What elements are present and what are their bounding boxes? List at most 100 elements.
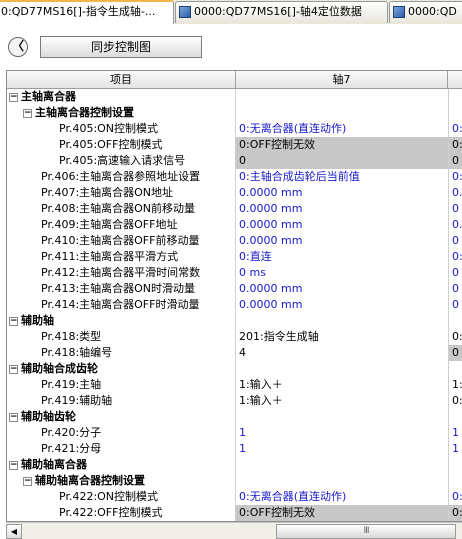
tree-group-row[interactable]: − 辅助轴合成齿轮 — [7, 361, 462, 377]
parameter-row[interactable]: Pr.418:类型 201:指令生成轴 0: — [7, 329, 462, 345]
axis7-value-cell[interactable]: 1 — [235, 425, 448, 441]
next-axis-value-cell[interactable]: 0 p — [448, 233, 462, 249]
axis7-value-cell[interactable]: 0 ms — [235, 265, 448, 281]
collapse-toggle-icon[interactable]: − — [9, 412, 18, 422]
next-axis-value-cell[interactable]: 0: — [448, 249, 462, 265]
axis7-value-cell[interactable]: 0:无离合器(直连动作) — [235, 121, 448, 137]
axis7-value-cell[interactable]: 0 — [235, 153, 448, 169]
parameter-row[interactable]: Pr.422:OFF控制模式 0:OFF控制无效 0: — [7, 505, 462, 521]
row-label: Pr.419:辅助轴 — [41, 394, 113, 407]
axis7-value-cell[interactable]: 0:OFF控制无效 — [235, 137, 448, 153]
row-label-cell: Pr.407:主轴离合器ON地址 — [7, 185, 235, 201]
row-label: 辅助轴离合器控制设置 — [35, 474, 145, 487]
parameter-row[interactable]: Pr.410:主轴离合器OFF前移动量 0.0000 mm0 p — [7, 233, 462, 249]
next-axis-value-cell[interactable]: 0 p — [448, 281, 462, 297]
row-label-cell: Pr.413:主轴离合器ON时滑动量 — [7, 281, 235, 297]
next-axis-value-cell[interactable]: 0 p — [448, 297, 462, 313]
next-axis-value-cell[interactable]: 1: — [448, 377, 462, 393]
axis7-value-cell[interactable]: 1:输入＋ — [235, 393, 448, 409]
parameter-row[interactable]: Pr.411:主轴离合器平滑方式 0:直连 0: — [7, 249, 462, 265]
parameter-row[interactable]: Pr.419:主轴 1:输入＋ 1: — [7, 377, 462, 393]
axis7-value-cell[interactable]: 4 — [235, 345, 448, 361]
parameter-row[interactable]: Pr.418:轴编号 4 0 — [7, 345, 462, 361]
next-axis-value-cell[interactable]: 0 — [448, 345, 462, 361]
row-label: 主轴离合器 — [21, 90, 76, 103]
axis7-value-cell[interactable]: 0.0000 mm — [235, 201, 448, 217]
axis7-value-cell[interactable]: 0.0000 mm — [235, 217, 448, 233]
tree-group-row[interactable]: − 辅助轴离合器控制设置 — [7, 473, 462, 489]
parameter-row[interactable]: Pr.406:主轴离合器参照地址设置 0:主轴合成齿轮后当前值 0: — [7, 169, 462, 185]
tree-group-row[interactable]: − 辅助轴齿轮 — [7, 409, 462, 425]
next-axis-value-cell[interactable]: 0 n — [448, 265, 462, 281]
scroll-left-button[interactable]: ◀ — [6, 524, 22, 539]
arrow-left-icon: ◀ — [10, 527, 18, 536]
parameter-row[interactable]: Pr.409:主轴离合器OFF地址 0.0000 mm 0. — [7, 217, 462, 233]
tree-group-row[interactable]: − 辅助轴 — [7, 313, 462, 329]
axis7-value-cell[interactable]: 201:指令生成轴 — [235, 329, 448, 345]
column-header-next[interactable] — [448, 71, 462, 88]
next-axis-value-cell[interactable]: 0 — [448, 153, 462, 169]
column-header-item[interactable]: 项目 — [7, 71, 236, 88]
axis7-value-cell — [235, 105, 448, 121]
row-label: 主轴离合器控制设置 — [35, 106, 134, 119]
next-axis-value-cell[interactable]: 0: — [448, 393, 462, 409]
tab-command-generation-axis[interactable]: 0:QD77MS16[]-指令生成轴-... — [0, 0, 174, 24]
parameter-row[interactable]: Pr.413:主轴离合器ON时滑动量 0.0000 mm0 p — [7, 281, 462, 297]
axis7-value-cell[interactable]: 0.0000 mm — [235, 185, 448, 201]
next-axis-value-cell[interactable]: 0 p — [448, 201, 462, 217]
column-header-axis7[interactable]: 轴7 — [236, 71, 448, 88]
parameter-row[interactable]: Pr.405:OFF控制模式 0:OFF控制无效 0: — [7, 137, 462, 153]
back-button[interactable]: 〈 — [8, 37, 28, 57]
parameter-row[interactable]: Pr.422:ON控制模式 0:无离合器(直连动作) 0: — [7, 489, 462, 505]
next-axis-value-cell[interactable]: 0: — [448, 169, 462, 185]
tab-qd-third[interactable]: 0000:QD — [389, 1, 462, 23]
axis7-value-cell[interactable]: 0.0000 mm — [235, 233, 448, 249]
next-axis-value-cell[interactable]: 1 — [448, 425, 462, 441]
axis7-value-cell[interactable]: 0:主轴合成齿轮后当前值 — [235, 169, 448, 185]
axis7-value-cell[interactable]: 0.0000 mm — [235, 281, 448, 297]
next-axis-value-cell[interactable]: 0: — [448, 137, 462, 153]
axis7-value-cell[interactable]: 0:OFF控制无效 — [235, 505, 448, 521]
parameter-row[interactable]: Pr.405:高速输入请求信号 0 0 — [7, 153, 462, 169]
parameter-row[interactable]: Pr.414:主轴离合器OFF时滑动量 0.0000 mm0 p — [7, 297, 462, 313]
collapse-toggle-icon[interactable]: − — [9, 92, 18, 102]
collapse-toggle-icon[interactable]: − — [9, 316, 18, 326]
collapse-toggle-icon[interactable]: − — [23, 108, 32, 118]
row-label-cell: Pr.414:主轴离合器OFF时滑动量 — [7, 297, 235, 313]
sync-control-diagram-button[interactable]: 同步控制图 — [40, 36, 202, 58]
axis7-value-cell[interactable]: 0:无离合器(直连动作) — [235, 489, 448, 505]
parameter-row[interactable]: Pr.405:ON控制模式 0:无离合器(直连动作) 0: — [7, 121, 462, 137]
row-label: Pr.421:分母 — [41, 442, 102, 455]
tree-group-row[interactable]: − 主轴离合器控制设置 — [7, 105, 462, 121]
next-axis-value-cell[interactable]: 0. — [448, 217, 462, 233]
parameter-row[interactable]: Pr.421:分母 1 1 — [7, 441, 462, 457]
tree-group-row[interactable]: − 主轴离合器 — [7, 89, 462, 105]
axis7-value-cell[interactable]: 1:输入＋ — [235, 377, 448, 393]
axis7-value-cell[interactable]: 0:直连 — [235, 249, 448, 265]
parameter-row[interactable]: Pr.420:分子 1 1 — [7, 425, 462, 441]
parameter-row[interactable]: Pr.412:主轴离合器平滑时间常数 0 ms0 n — [7, 265, 462, 281]
scrollbar-thumb[interactable]: III — [276, 524, 456, 539]
axis7-value-cell[interactable]: 0.0000 mm — [235, 297, 448, 313]
next-axis-value-cell[interactable]: 1 — [448, 441, 462, 457]
row-label-cell: − 辅助轴离合器 — [7, 457, 235, 473]
row-label: Pr.420:分子 — [41, 426, 102, 439]
collapse-toggle-icon[interactable]: − — [9, 364, 18, 374]
collapse-toggle-icon[interactable]: − — [9, 460, 18, 470]
grid-header: 项目 轴7 — [7, 71, 462, 89]
next-axis-value-cell[interactable]: 0: — [448, 329, 462, 345]
row-label-cell: Pr.419:主轴 — [7, 377, 235, 393]
next-axis-value-cell[interactable]: 0: — [448, 505, 462, 521]
next-axis-value-cell[interactable]: 0. — [448, 185, 462, 201]
parameter-row[interactable]: Pr.407:主轴离合器ON地址 0.0000 mm 0. — [7, 185, 462, 201]
next-axis-value-cell[interactable]: 0: — [448, 489, 462, 505]
axis7-value-cell — [235, 313, 448, 329]
collapse-toggle-icon[interactable]: − — [23, 476, 32, 486]
next-axis-value-cell[interactable]: 0: — [448, 121, 462, 137]
tab-axis4-positioning-data[interactable]: 0000:QD77MS16[]-轴4定位数据 — [175, 1, 388, 23]
horizontal-scrollbar[interactable]: ◀ III — [6, 522, 462, 539]
parameter-row[interactable]: Pr.419:辅助轴 1:输入＋ 0: — [7, 393, 462, 409]
parameter-row[interactable]: Pr.408:主轴离合器ON前移动量 0.0000 mm0 p — [7, 201, 462, 217]
tree-group-row[interactable]: − 辅助轴离合器 — [7, 457, 462, 473]
axis7-value-cell[interactable]: 1 — [235, 441, 448, 457]
